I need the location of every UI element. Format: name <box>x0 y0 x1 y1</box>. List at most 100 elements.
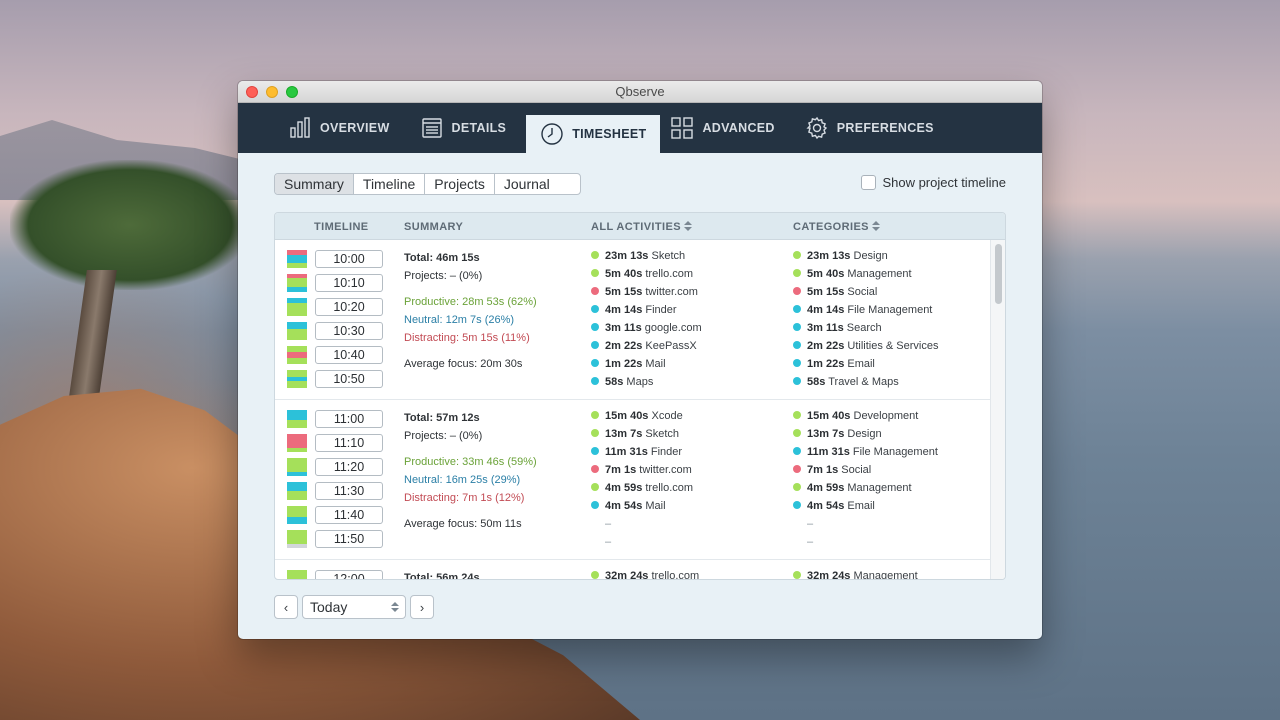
zoom-window-button[interactable] <box>286 86 298 98</box>
category-time: 7m 1s <box>807 464 839 476</box>
view-segmented-control: Summary Timeline Projects Journal <box>274 173 581 195</box>
category-item[interactable]: 4m 14s File Management <box>793 304 932 316</box>
time-slot-button[interactable]: 12:00 <box>315 570 383 579</box>
view-projects[interactable]: Projects <box>425 174 495 194</box>
time-slot-button[interactable]: 11:30 <box>315 482 383 500</box>
activity-item[interactable]: 4m 54s Mail <box>591 500 666 512</box>
tab-overview[interactable]: OVERVIEW <box>278 103 410 153</box>
show-project-timeline-checkbox[interactable]: Show project timeline <box>861 175 1006 190</box>
category-item[interactable]: 4m 59s Management <box>793 482 912 494</box>
bar-chart-icon <box>290 117 310 138</box>
category-item[interactable]: 7m 1s Social <box>793 464 871 476</box>
time-slot-button[interactable]: 10:50 <box>315 370 383 388</box>
activity-item[interactable]: 13m 7s Sketch <box>591 428 679 440</box>
activity-item[interactable]: 7m 1s twitter.com <box>591 464 692 476</box>
time-slot-button[interactable]: 10:10 <box>315 274 383 292</box>
close-window-button[interactable] <box>246 86 258 98</box>
category-item[interactable]: 23m 13s Design <box>793 250 888 262</box>
activity-item[interactable]: 1m 22s Mail <box>591 358 666 370</box>
scrollbar-thumb[interactable] <box>995 244 1002 304</box>
activity-item[interactable]: 4m 14s Finder <box>591 304 677 316</box>
column-header-categories[interactable]: CATEGORIES <box>793 221 880 233</box>
vertical-scrollbar[interactable] <box>990 240 1005 579</box>
activity-item[interactable]: 4m 59s trello.com <box>591 482 693 494</box>
category-time: 5m 15s <box>807 286 845 298</box>
stack-segment <box>287 277 307 288</box>
previous-day-button[interactable]: ‹ <box>274 595 298 619</box>
tab-preferences[interactable]: PREFERENCES <box>795 103 954 153</box>
category-name: Design <box>853 250 888 262</box>
activity-item[interactable]: 5m 15s twitter.com <box>591 286 698 298</box>
status-dot <box>793 465 801 473</box>
activity-stack <box>287 506 307 524</box>
empty-slot-dash: – <box>807 536 814 548</box>
empty-slot-dash: – <box>807 518 814 530</box>
activity-item[interactable]: 2m 22s KeePassX <box>591 340 697 352</box>
empty-slot-dash: – <box>605 536 612 548</box>
summary-productive: Productive: 28m 53s (62%) <box>404 296 537 308</box>
background-tree <box>10 160 250 290</box>
minimize-window-button[interactable] <box>266 86 278 98</box>
activity-item[interactable]: 3m 11s google.com <box>591 322 702 334</box>
column-header-activities[interactable]: ALL ACTIVITIES <box>591 221 692 233</box>
activity-item[interactable]: 11m 31s Finder <box>591 446 682 458</box>
activity-time: 7m 1s <box>605 464 637 476</box>
tab-advanced[interactable]: ADVANCED <box>660 103 794 153</box>
activity-name: Maps <box>626 376 654 388</box>
activity-item[interactable]: 23m 13s Sketch <box>591 250 685 262</box>
next-day-button[interactable]: › <box>410 595 434 619</box>
category-name: Email <box>847 500 875 512</box>
time-slot-button[interactable]: 11:50 <box>315 530 383 548</box>
activity-name: trello.com <box>651 570 700 579</box>
time-slot-button[interactable]: 10:20 <box>315 298 383 316</box>
view-summary[interactable]: Summary <box>275 174 354 194</box>
timesheet-table: TIMELINE SUMMARY ALL ACTIVITIES CATEGORI… <box>274 212 1006 580</box>
time-slot-button[interactable]: 11:40 <box>315 506 383 524</box>
category-item[interactable]: 58s Travel & Maps <box>793 376 899 388</box>
time-slot-button[interactable]: 11:00 <box>315 410 383 428</box>
activity-item[interactable]: 58s Maps <box>591 376 653 388</box>
stack-segment <box>287 471 307 476</box>
date-select[interactable]: Today <box>302 595 406 619</box>
time-slot-button[interactable]: 10:40 <box>315 346 383 364</box>
time-slot-button[interactable]: 11:20 <box>315 458 383 476</box>
summary-total: Total: 57m 12s <box>404 412 480 424</box>
activity-stack <box>287 346 307 364</box>
time-slot-button[interactable]: 10:00 <box>315 250 383 268</box>
stack-segment <box>287 419 307 428</box>
status-dot <box>793 447 801 455</box>
category-item[interactable]: 5m 15s Social <box>793 286 877 298</box>
status-dot <box>591 287 599 295</box>
time-slot-button[interactable]: 11:10 <box>315 434 383 452</box>
category-item[interactable]: 1m 22s Email <box>793 358 875 370</box>
activity-stack <box>287 458 307 476</box>
stepper-icon <box>391 602 399 612</box>
category-item[interactable]: 4m 54s Email <box>793 500 875 512</box>
stack-segment <box>287 448 307 452</box>
time-slot-button[interactable]: 10:30 <box>315 322 383 340</box>
category-item[interactable]: 13m 7s Design <box>793 428 882 440</box>
category-item[interactable]: 2m 22s Utilities & Services <box>793 340 938 352</box>
status-dot <box>591 447 599 455</box>
view-timeline[interactable]: Timeline <box>354 174 426 194</box>
category-item[interactable]: 11m 31s File Management <box>793 446 938 458</box>
tab-preferences-label: PREFERENCES <box>836 121 934 135</box>
category-name: Email <box>847 358 875 370</box>
grid-icon <box>671 117 694 139</box>
stack-segment <box>287 458 307 472</box>
activity-item[interactable]: 15m 40s Xcode <box>591 410 683 422</box>
tab-timesheet[interactable]: TIMESHEET <box>526 115 661 153</box>
tab-details[interactable]: DETAILS <box>410 103 527 153</box>
status-dot <box>591 305 599 313</box>
checkbox-box[interactable] <box>861 175 877 190</box>
category-item[interactable]: 32m 24s Management <box>793 570 918 579</box>
view-journal[interactable]: Journal <box>495 174 580 194</box>
hour-row: 12:00 Total: 56m 24s 32m 24s trello.com 32m… <box>275 560 991 579</box>
category-item[interactable]: 15m 40s Development <box>793 410 918 422</box>
category-item[interactable]: 5m 40s Management <box>793 268 912 280</box>
summary-total: Total: 56m 24s <box>404 572 480 579</box>
category-item[interactable]: 3m 11s Search <box>793 322 882 334</box>
activity-item[interactable]: 32m 24s trello.com <box>591 570 699 579</box>
sort-icon <box>683 221 692 231</box>
activity-item[interactable]: 5m 40s trello.com <box>591 268 693 280</box>
